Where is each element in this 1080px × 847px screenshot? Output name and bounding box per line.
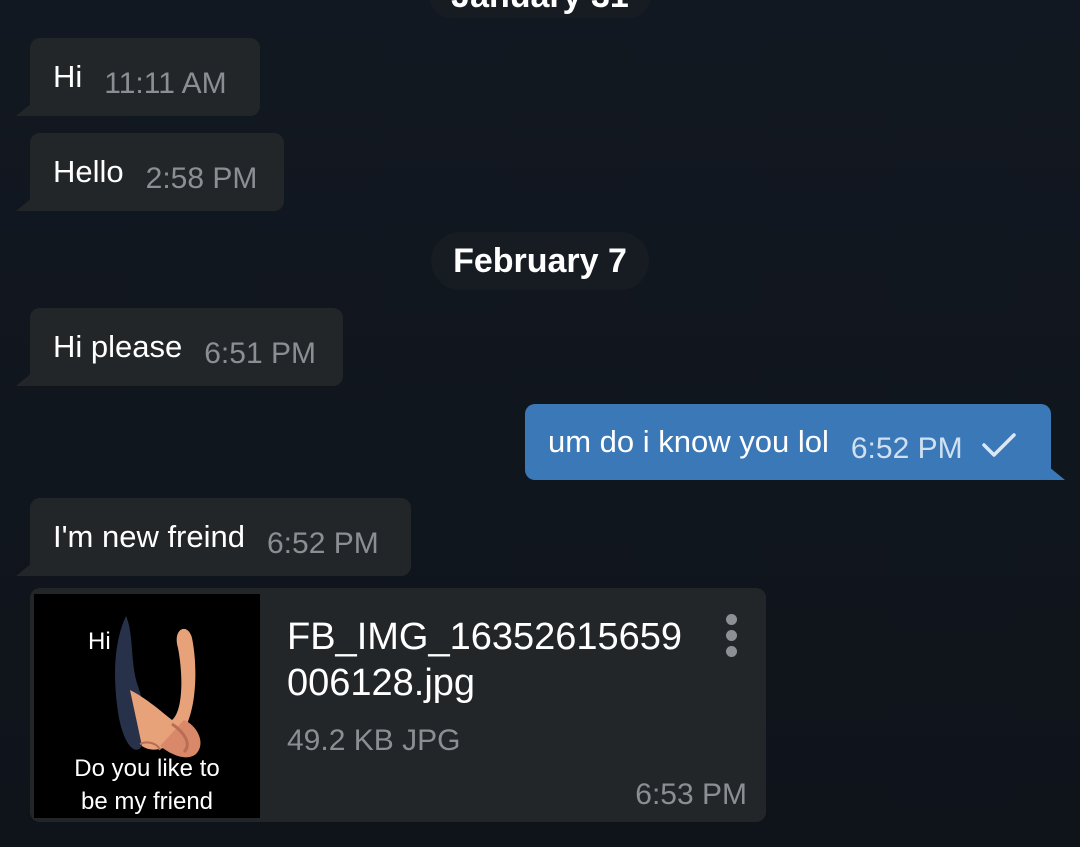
message-text: Hi (53, 59, 83, 94)
sent-check-icon (981, 431, 1017, 464)
message-text: um do i know you lol (548, 424, 829, 459)
image-thumbnail[interactable]: Hi Do you like to be my friend (34, 594, 260, 818)
thumbnail-caption: Do you like to be my friend (74, 755, 220, 815)
file-name: FB_IMG_16352615659 006128.jpg (287, 616, 683, 704)
message-time: 11:11 AM (104, 67, 227, 100)
message-bubble-incoming[interactable]: Hello 2:58 PM (30, 133, 284, 211)
more-vertical-icon[interactable] (722, 614, 742, 660)
message-text: Hello (53, 154, 124, 189)
date-divider: February 7 (431, 232, 649, 290)
message-time: 6:53 PM (635, 778, 747, 811)
message-bubble-incoming[interactable]: I'm new freind 6:52 PM (30, 498, 411, 576)
file-size-type: 49.2 KB JPG (287, 724, 461, 757)
date-divider-top: January 31 (429, 0, 651, 18)
message-bubble-outgoing[interactable]: um do i know you lol 6:52 PM (525, 404, 1051, 480)
message-bubble-incoming[interactable]: Hi please 6:51 PM (30, 308, 343, 386)
message-time: 6:52 PM (850, 432, 963, 465)
message-text: I'm new freind (53, 519, 245, 554)
file-message[interactable]: Hi Do you like to be my friend FB_IMG_16… (30, 588, 766, 822)
message-bubble-incoming[interactable]: Hi 11:11 AM (30, 38, 260, 116)
message-text: Hi please (53, 329, 183, 364)
message-time: 6:52 PM (267, 527, 379, 560)
thumbnail-hi-text: Hi (88, 628, 111, 655)
message-time: 2:58 PM (145, 162, 258, 195)
message-time: 6:51 PM (204, 337, 316, 370)
